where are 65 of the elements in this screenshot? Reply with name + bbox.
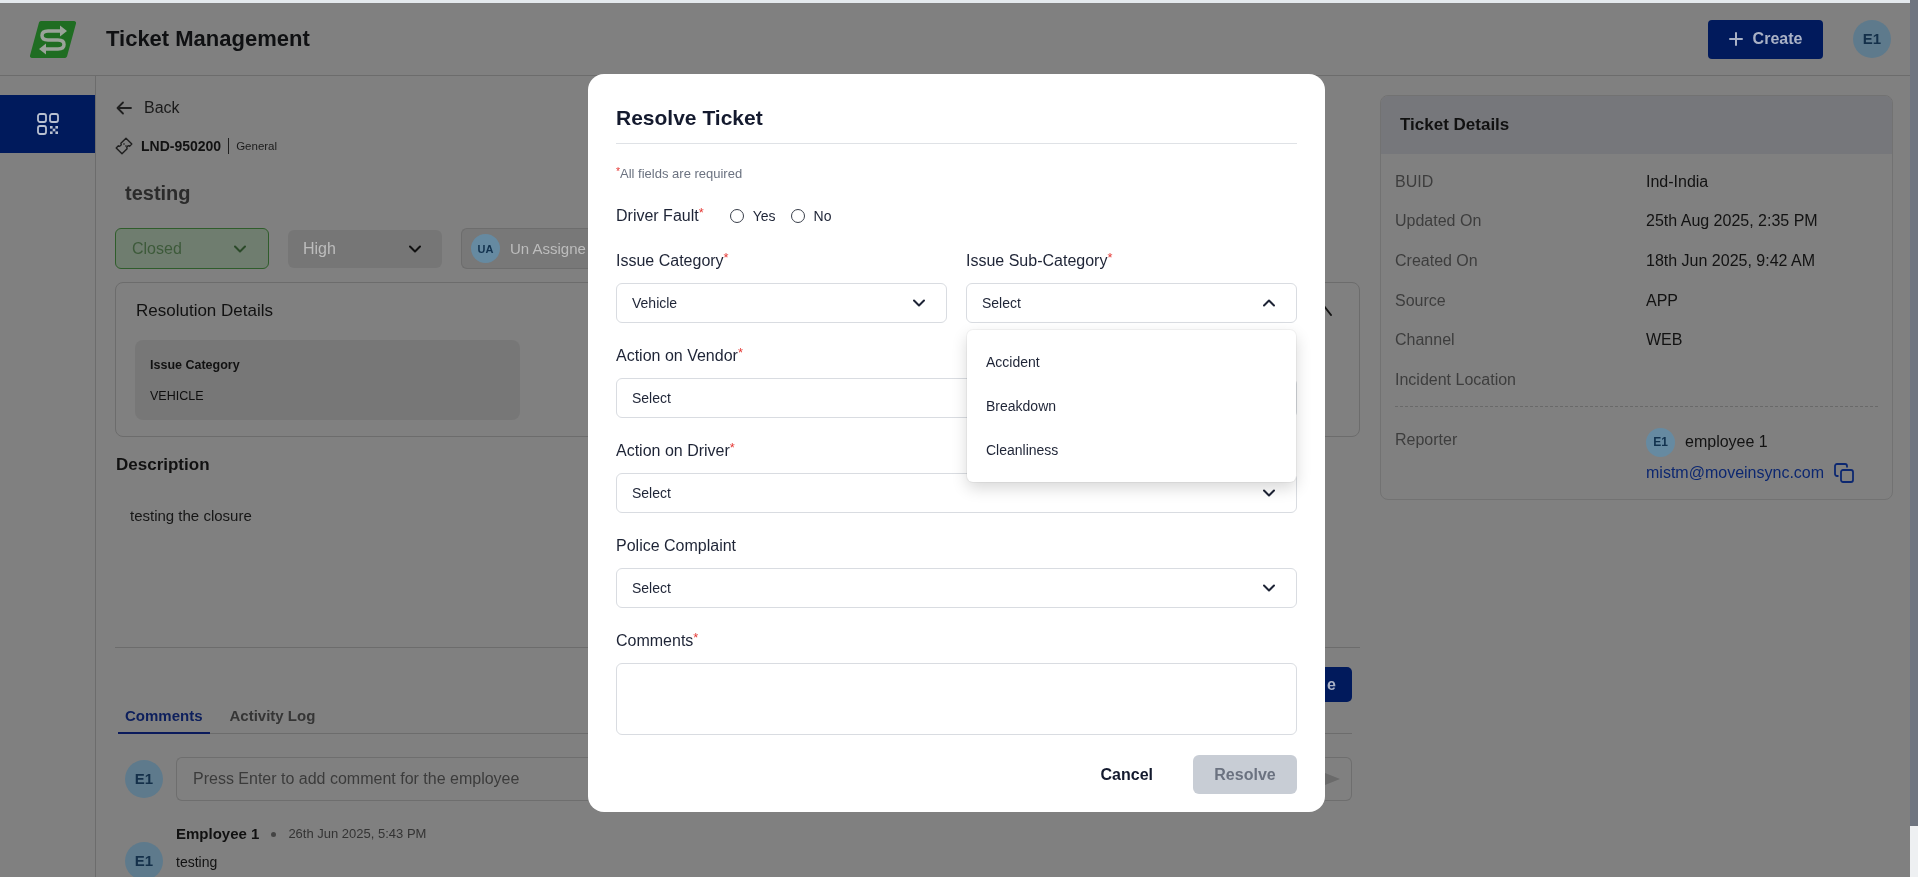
radio-option[interactable]: No <box>790 205 832 227</box>
comment-time: 26th Jun 2025, 5:43 PM <box>288 825 427 844</box>
logo-icon <box>29 19 77 59</box>
comment-text: testing <box>176 853 218 872</box>
description-text: testing the closure <box>130 506 252 526</box>
field-label: Issue Category$^{*}$ <box>616 250 729 271</box>
plus-icon <box>1728 32 1743 46</box>
section-title: Description <box>116 454 210 476</box>
tab[interactable]: Comments <box>118 702 210 734</box>
arrow-left-icon <box>116 101 132 115</box>
field-label: Police Complaint <box>616 536 737 556</box>
detail-value: 25th Aug 2025, 2:35 PM <box>1646 211 1818 232</box>
detail-value: WEB <box>1646 330 1683 351</box>
card-title: Ticket Details <box>1400 114 1510 137</box>
select-field[interactable]: Select <box>966 283 1297 323</box>
reporter-name: employee 1 <box>1685 432 1768 453</box>
field-label: Driver Fault$^{*}$ <box>616 204 704 226</box>
reporter-avatar: E1 <box>1646 427 1675 457</box>
detail-value: Ind-India <box>1646 171 1709 192</box>
chevron-down-icon <box>234 244 246 253</box>
chevron-icon[interactable] <box>1323 305 1332 316</box>
detail-label: Source <box>1395 290 1447 311</box>
detail-label: Incident Location <box>1395 369 1517 390</box>
email-link[interactable]: mistm@moveinsync.com <box>1646 460 1825 485</box>
comments-field[interactable] <box>616 663 1297 735</box>
cancel-button[interactable]: Cancel <box>1080 755 1173 794</box>
detail-label: Reporter <box>1395 429 1459 450</box>
sidebar-item[interactable] <box>0 95 95 153</box>
comment-input[interactable]: Press Enter to add comment for the employee <box>176 757 588 801</box>
chevron-down-icon <box>409 245 421 253</box>
detail-label: Created On <box>1395 251 1479 271</box>
action-button[interactable]: e <box>1325 667 1352 702</box>
field-label: Comments$^{*}$ <box>616 630 699 651</box>
detail-label: Updated On <box>1395 211 1483 232</box>
send-icon <box>1325 773 1340 785</box>
detail-label: Channel <box>1395 330 1456 351</box>
dialog-title: Resolve Ticket <box>616 103 1297 144</box>
required-note: $^{*}$All fields are required <box>616 165 743 183</box>
detail-value: 18th Jun 2025, 9:42 AM <box>1646 251 1815 271</box>
copy-icon[interactable] <box>1834 462 1855 483</box>
select-field[interactable]: Vehicle <box>616 283 947 323</box>
detail-value: APP <box>1646 290 1678 311</box>
dropdown-option[interactable]: Cleanliness <box>967 428 1296 472</box>
field-value: VEHICLE <box>150 388 204 405</box>
radio-option[interactable]: Yes <box>729 205 776 227</box>
select-field[interactable]: Select <box>616 568 1297 608</box>
ticket-title: testing <box>125 181 191 206</box>
detail-label: BUID <box>1395 171 1435 192</box>
assignee-avatar: UA <box>471 234 500 263</box>
ticket-id: LND-950200 <box>141 137 222 156</box>
comment-author: Employee 1 <box>176 823 260 844</box>
field-label: Issue Sub-Category$^{*}$ <box>966 250 1113 271</box>
user-avatar: E1 <box>125 760 163 798</box>
field-label: Action on Vendor$^{*}$ <box>616 345 743 366</box>
field-label: Issue Category <box>150 357 240 374</box>
ticket-type: General <box>236 139 278 154</box>
user-avatar: E1 <box>125 842 163 877</box>
page-title: Ticket Management <box>106 25 310 53</box>
grid-icon <box>36 113 59 135</box>
dot-icon <box>271 831 277 837</box>
create-button[interactable]: Create <box>1708 19 1823 59</box>
field-label: Action on Driver$^{*}$ <box>616 440 735 461</box>
ticket-icon <box>115 137 133 155</box>
back-button[interactable]: Back <box>116 96 180 120</box>
section-title: Resolution Details <box>136 300 273 322</box>
